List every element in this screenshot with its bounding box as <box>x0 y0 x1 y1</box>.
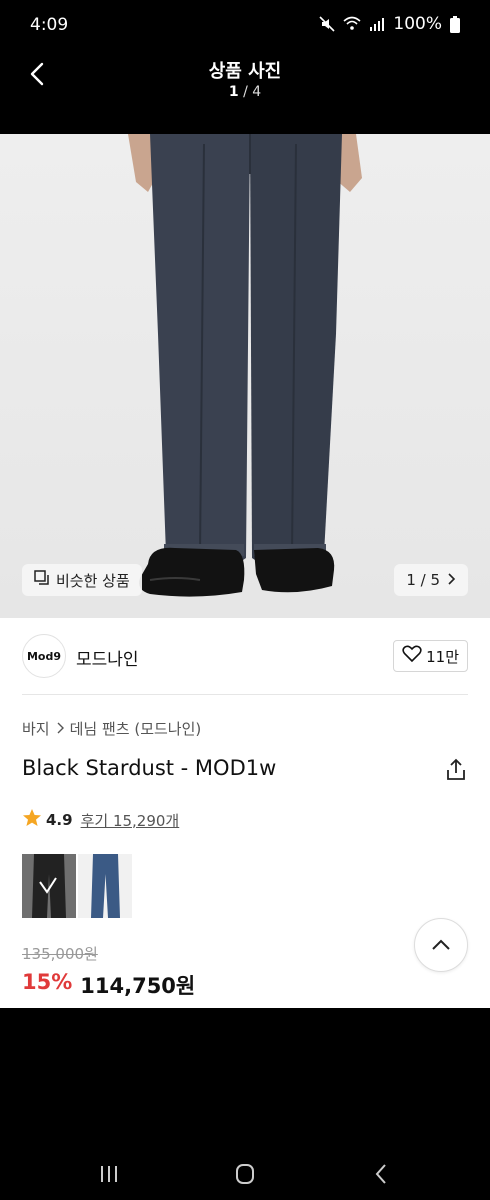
heart-icon <box>402 645 422 667</box>
color-options <box>22 854 132 918</box>
similar-products-label: 비슷한 상품 <box>56 571 130 590</box>
sale-price: 114,750원 <box>80 974 196 998</box>
scroll-top-button[interactable] <box>414 918 468 972</box>
home-icon <box>236 1164 254 1184</box>
status-icons: 100% <box>319 14 460 34</box>
mute-icon <box>319 16 335 32</box>
image-pager-label: 1 / 5 <box>406 571 440 589</box>
battery-icon <box>450 15 460 33</box>
header: 상품 사진 1 / 4 <box>0 52 490 134</box>
rating-row: 4.9 후기 15,290개 <box>22 808 179 832</box>
photo-counter-current: 1 <box>228 84 239 100</box>
chevron-right-icon <box>446 571 456 589</box>
system-back-button[interactable] <box>366 1162 396 1186</box>
review-count-link[interactable]: 후기 15,290개 <box>81 810 180 831</box>
home-button[interactable] <box>230 1162 260 1186</box>
share-icon <box>447 758 465 780</box>
share-button[interactable] <box>444 758 468 782</box>
breadcrumb-item[interactable]: 바지 <box>22 718 50 739</box>
status-bar: 4:09 100% <box>0 0 490 52</box>
photo-counter-total: / 4 <box>243 84 262 100</box>
like-count: 11만 <box>426 647 459 666</box>
rating-score: 4.9 <box>46 811 73 829</box>
breadcrumb: 바지 데님 팬츠 (모드나인) <box>22 718 201 739</box>
image-pager-button[interactable]: 1 / 5 <box>394 564 468 596</box>
recent-apps-button[interactable] <box>94 1162 124 1186</box>
system-nav-bar <box>0 1150 490 1200</box>
like-button[interactable]: 11만 <box>393 640 468 672</box>
chevron-right-icon <box>56 720 64 738</box>
back-icon <box>375 1164 386 1184</box>
status-time: 4:09 <box>30 15 69 35</box>
color-option-blue[interactable] <box>78 854 132 918</box>
similar-products-button[interactable]: 비슷한 상품 <box>22 564 142 596</box>
page-title: 상품 사진 <box>208 61 282 82</box>
original-price: 135,000원 <box>22 945 98 963</box>
signal-icon <box>369 16 385 32</box>
brand-logo[interactable]: Mod9 <box>22 634 66 678</box>
discount-rate: 15% <box>22 970 73 994</box>
similar-icon <box>34 570 50 590</box>
breadcrumb-item[interactable]: 데님 팬츠 (모드나인) <box>70 718 202 739</box>
product-photo[interactable]: 비슷한 상품 1 / 5 <box>0 134 490 618</box>
color-option-black[interactable] <box>22 854 76 918</box>
star-icon <box>22 808 42 832</box>
thumbnail-blue-jeans <box>91 854 120 918</box>
recent-apps-icon <box>101 1166 117 1182</box>
product-title: Black Stardust - MOD1w <box>22 756 277 780</box>
price-row: 15% 114,750원 <box>22 970 195 1000</box>
brand-name[interactable]: 모드나인 <box>76 645 139 670</box>
photo-counter: 1 / 4 <box>0 84 490 100</box>
divider <box>22 694 468 695</box>
jeans-illustration <box>128 134 362 597</box>
brand-row[interactable]: Mod9 모드나인 11만 <box>22 634 468 680</box>
thumbnail-black-jeans <box>32 854 66 918</box>
product-info: Mod9 모드나인 11만 바지 데님 팬츠 (모드나인) Black Star… <box>0 618 490 1008</box>
wifi-icon <box>343 16 361 32</box>
chevron-up-icon <box>432 939 450 950</box>
battery-text: 100% <box>393 14 442 34</box>
